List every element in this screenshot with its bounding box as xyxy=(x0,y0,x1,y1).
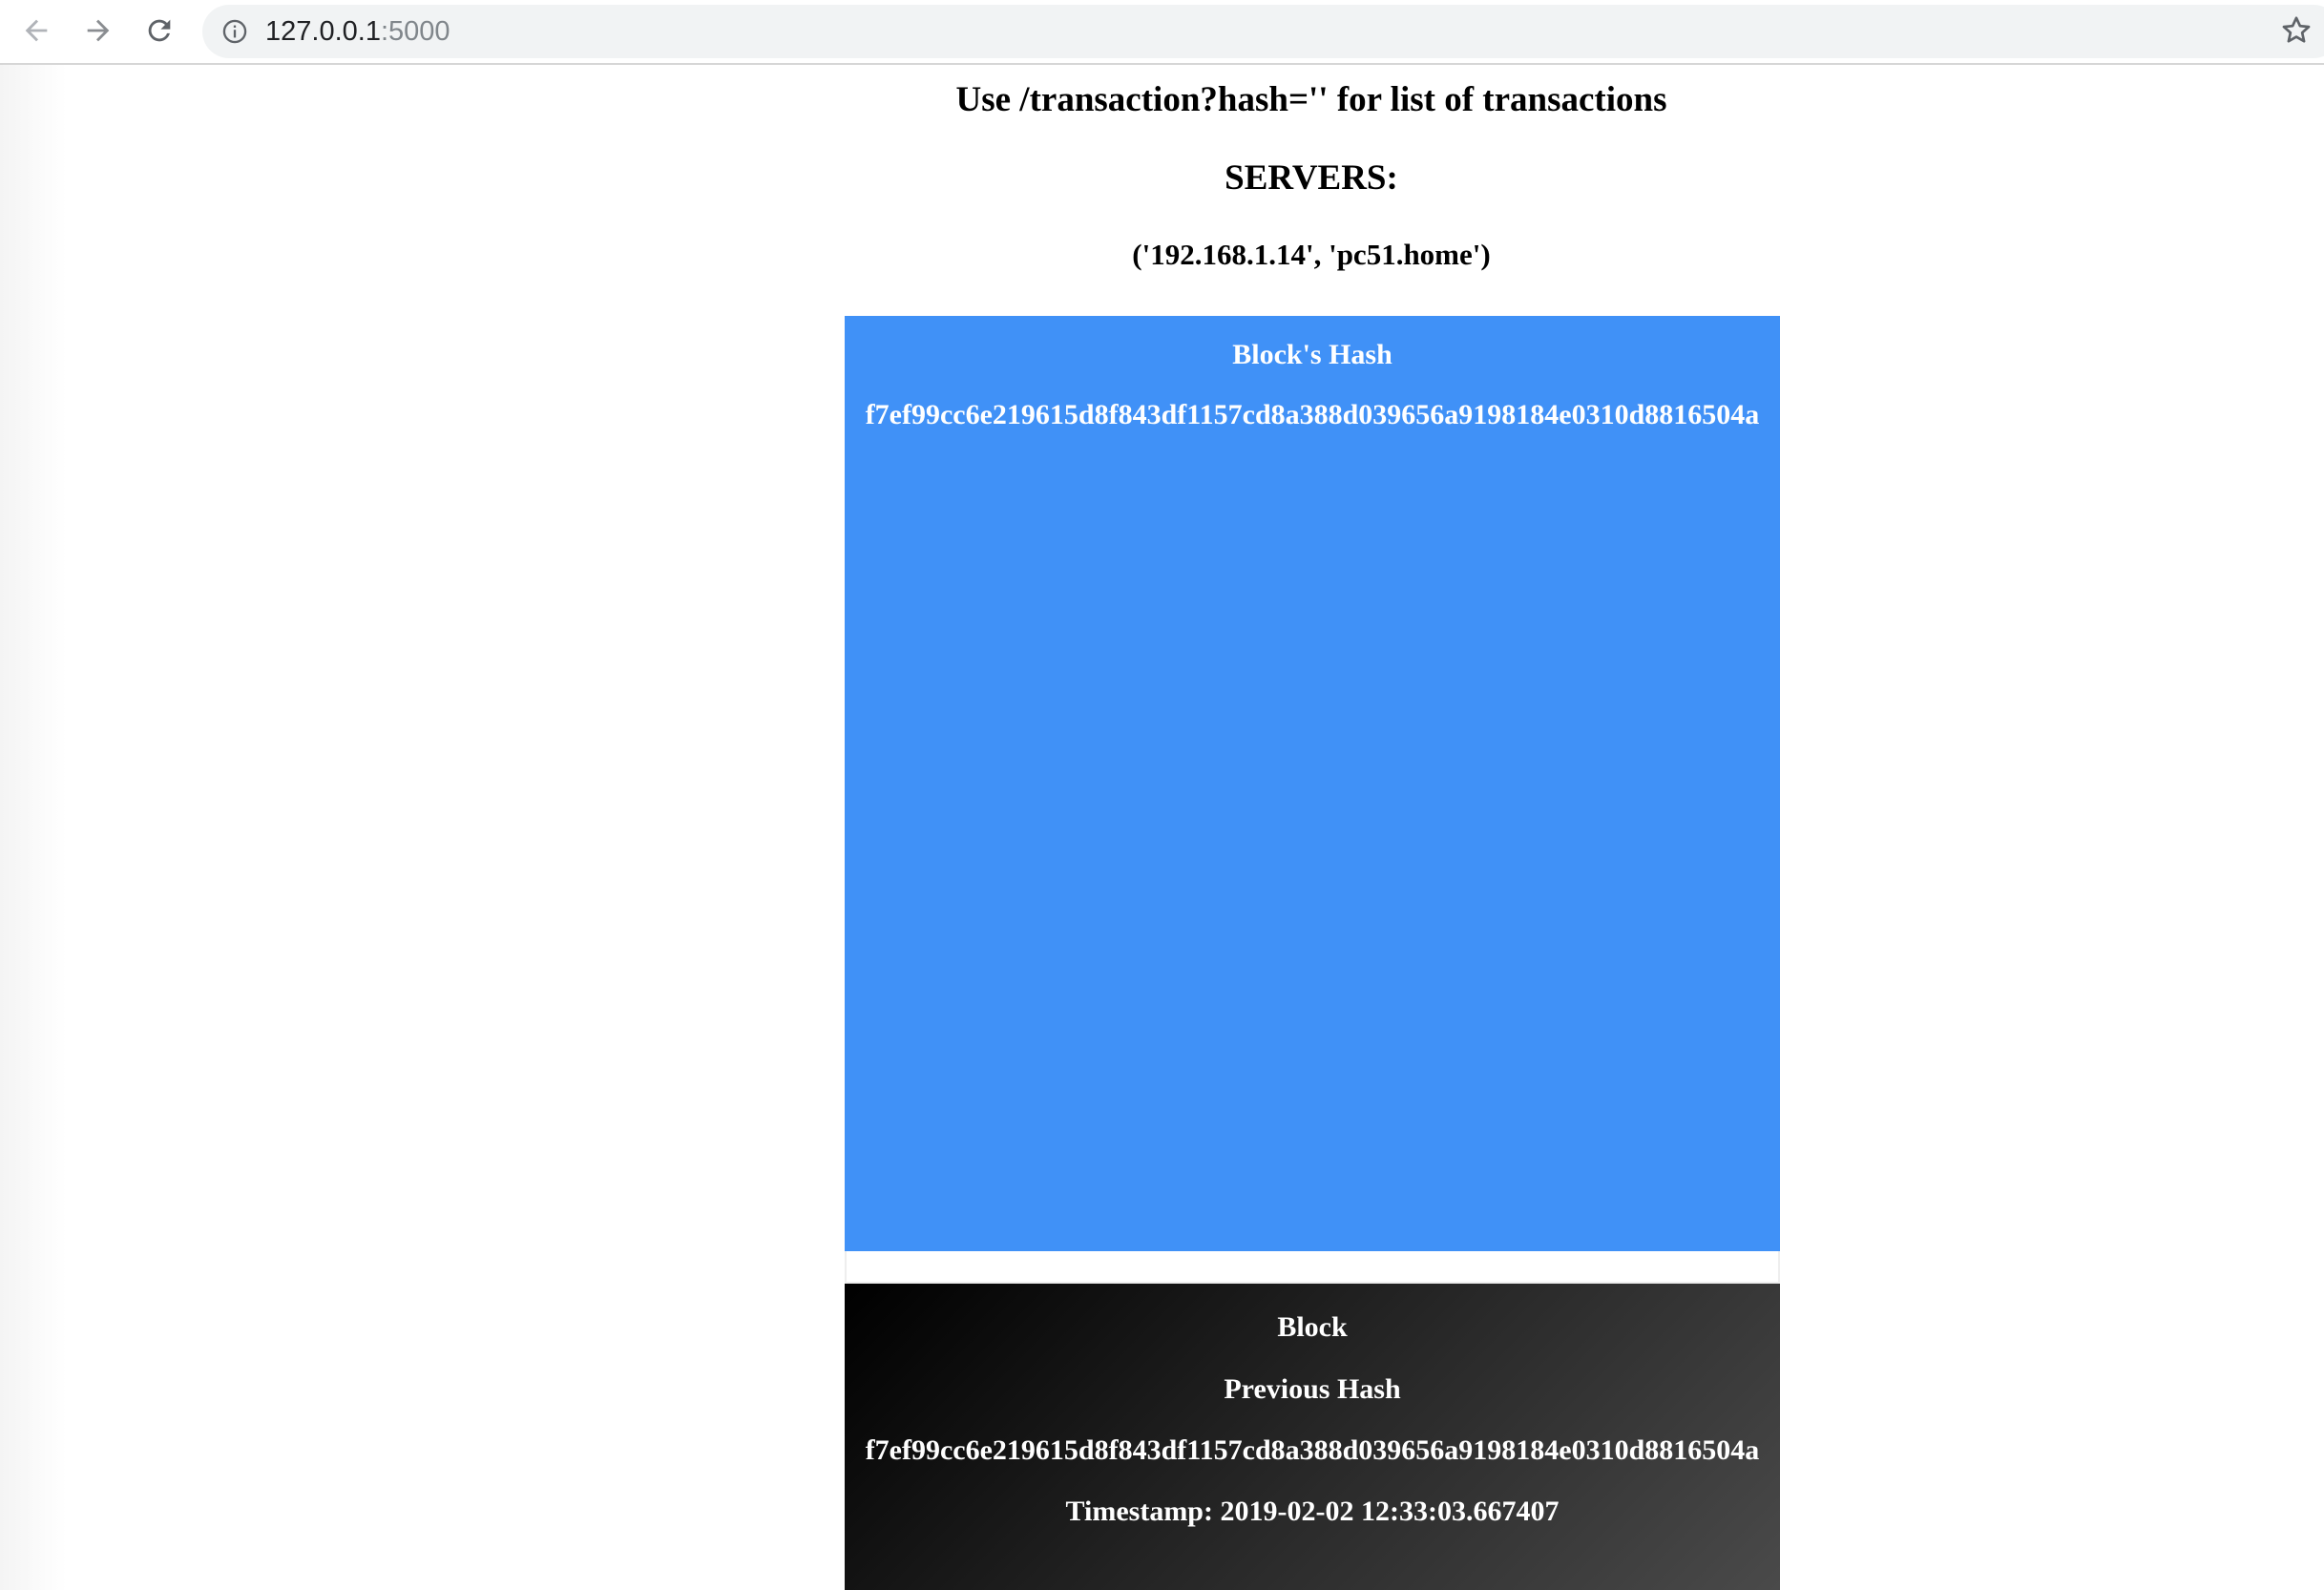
reload-icon xyxy=(148,19,171,42)
card-separator xyxy=(845,1251,1780,1284)
address-bar[interactable]: 127.0.0.1:5000 xyxy=(202,5,2324,58)
usage-instructions: Use /transaction?hash='' for list of tra… xyxy=(955,80,1667,119)
arrow-right-icon xyxy=(87,19,110,42)
browser-toolbar: 127.0.0.1:5000 xyxy=(0,0,2324,65)
block-card: Block Previous Hash f7ef99cc6e219615d8f8… xyxy=(845,1284,1780,1590)
block-hash-title: Block's Hash xyxy=(1232,339,1392,370)
arrow-left-icon xyxy=(25,19,48,42)
previous-hash-label: Previous Hash xyxy=(1224,1373,1401,1405)
block-hash-card: Block's Hash f7ef99cc6e219615d8f843df115… xyxy=(845,316,1780,1251)
left-edge-shade xyxy=(0,65,67,1590)
info-circle-icon[interactable] xyxy=(221,18,248,45)
url-port: :5000 xyxy=(380,16,450,47)
block-title: Block xyxy=(1277,1311,1348,1343)
block-timestamp: Timestamp: 2019-02-02 12:33:03.667407 xyxy=(1065,1496,1560,1527)
star-outline-icon[interactable] xyxy=(2279,13,2314,48)
reload-button[interactable] xyxy=(140,11,178,50)
block-hash-value: f7ef99cc6e219615d8f843df1157cd8a388d0396… xyxy=(865,399,1760,430)
forward-button[interactable] xyxy=(79,11,117,50)
url-host: 127.0.0.1 xyxy=(265,16,381,47)
back-button[interactable] xyxy=(17,11,55,50)
previous-hash-value: f7ef99cc6e219615d8f843df1157cd8a388d0396… xyxy=(865,1434,1760,1466)
servers-heading: SERVERS: xyxy=(1225,158,1398,198)
page-content: Use /transaction?hash='' for list of tra… xyxy=(0,65,2324,1590)
server-entry: ('192.168.1.14', 'pc51.home') xyxy=(1132,238,1491,271)
url-text[interactable]: 127.0.0.1:5000 xyxy=(265,5,450,58)
